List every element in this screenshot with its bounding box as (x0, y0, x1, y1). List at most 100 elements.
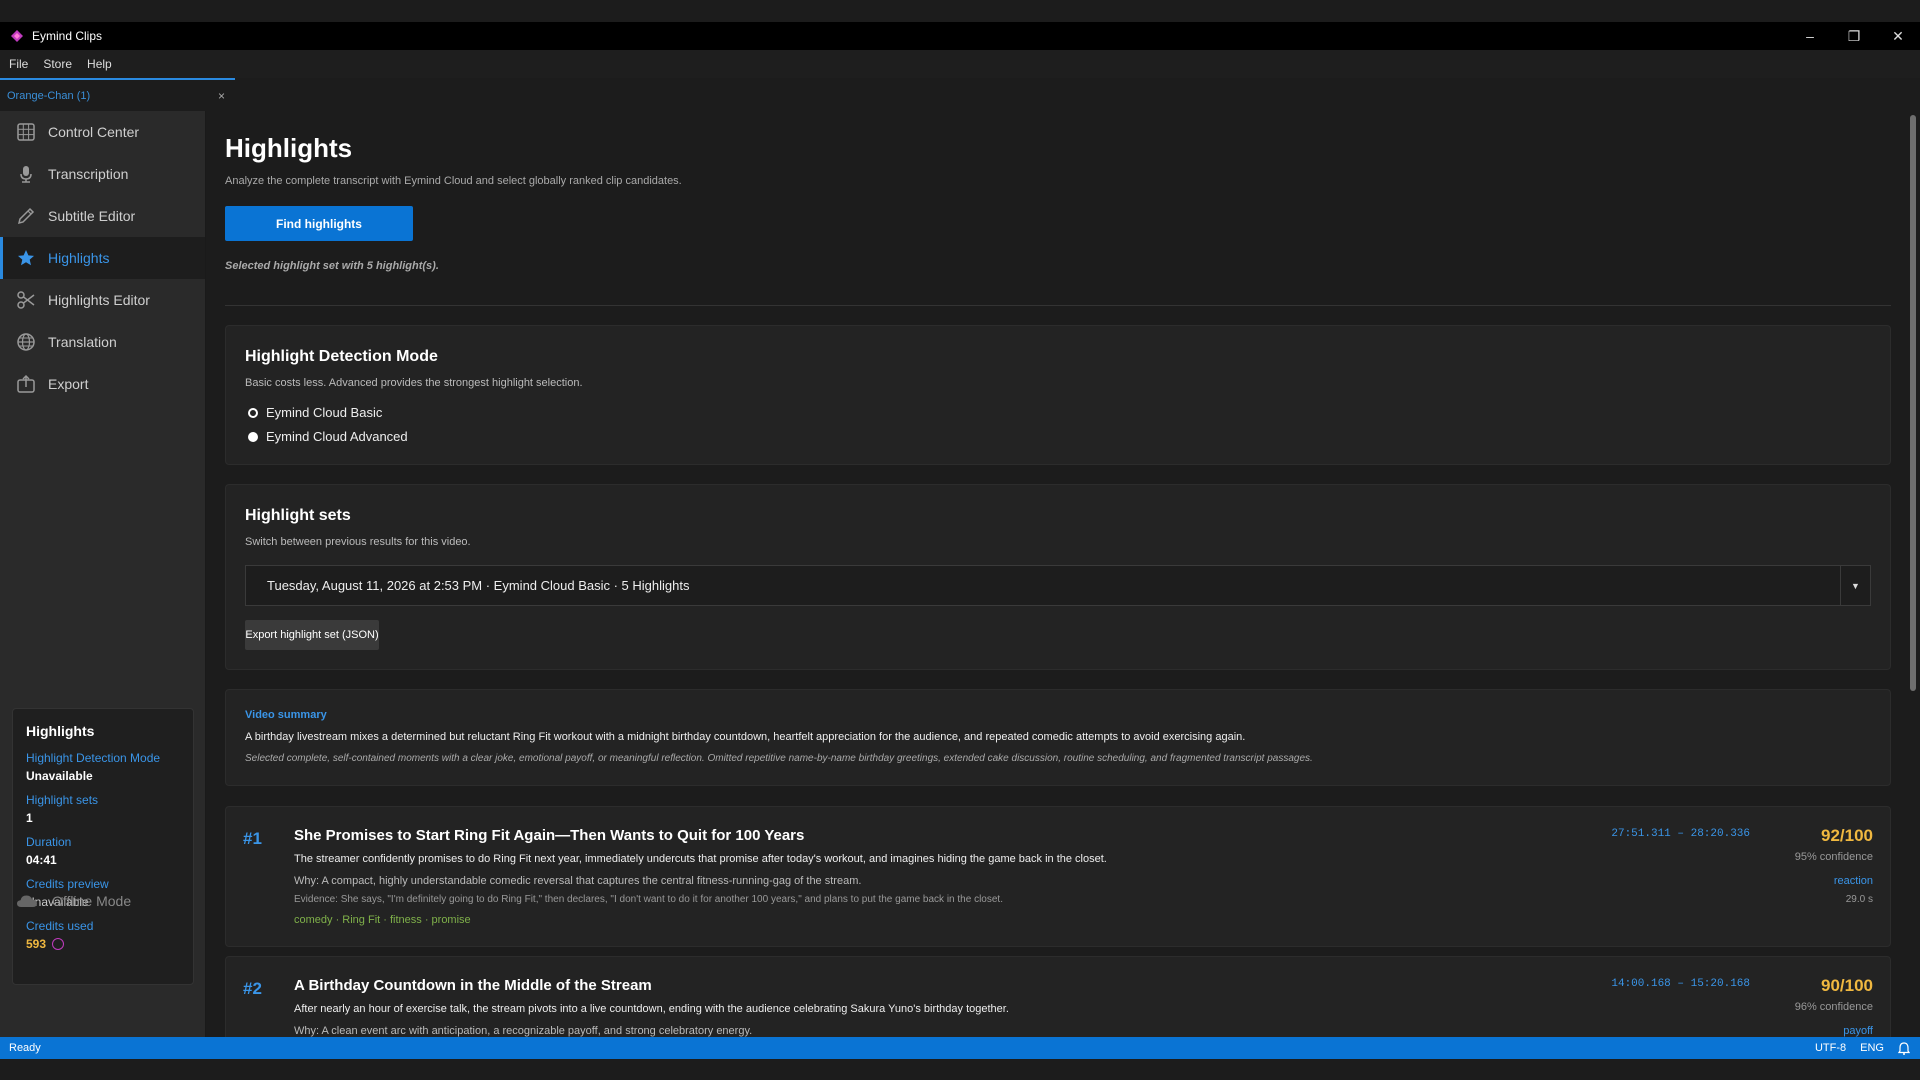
video-summary-label: Video summary (245, 709, 327, 721)
info-label-detection-mode: Highlight Detection Mode (26, 751, 161, 765)
highlight-score: 92/100 (1821, 826, 1873, 845)
page-title: Highlights (225, 133, 353, 163)
detection-mode-description: Basic costs less. Advanced provides the … (245, 377, 583, 389)
minimize-icon[interactable]: – (1788, 22, 1832, 50)
highlight-score: 90/100 (1821, 976, 1873, 995)
sidebar-item-highlights[interactable]: Highlights (0, 237, 205, 279)
highlights-info-card: Highlights Highlight Detection Mode Unav… (12, 708, 194, 985)
info-card-title: Highlights (26, 723, 95, 739)
info-value-detection-mode: Unavailable (26, 769, 93, 783)
app-logo-icon (11, 30, 23, 42)
menu-help[interactable]: Help (82, 57, 122, 71)
export-icon (16, 374, 36, 394)
find-highlights-button[interactable]: Find highlights (225, 206, 413, 241)
highlight-rank: #2 (243, 979, 262, 998)
top-strip (0, 0, 1920, 22)
highlight-card-2[interactable]: #2 A Birthday Countdown in the Middle of… (225, 956, 1891, 1037)
video-summary-note: Selected complete, self-contained moment… (245, 753, 1313, 764)
radio-label-basic: Eymind Cloud Basic (266, 405, 383, 420)
document-tab-label: Orange-Chan (1) (7, 89, 91, 102)
highlight-evidence: Evidence: She says, "I'm definitely goin… (294, 894, 1003, 905)
cloud-icon (17, 895, 37, 907)
grid-icon (16, 122, 36, 142)
status-right-group: UTF-8 ENG (1815, 1037, 1910, 1059)
highlight-set-select[interactable]: Tuesday, August 11, 2026 at 2:53 PM · Ey… (245, 565, 1871, 606)
video-summary-card: Video summary A birthday livestream mixe… (225, 689, 1891, 786)
highlight-why: Why: A compact, highly understandable co… (294, 875, 862, 887)
sidebar-item-label: Translation (48, 334, 117, 350)
highlight-confidence: 95% confidence (1794, 851, 1873, 863)
sidebar-item-export[interactable]: Export (0, 363, 205, 405)
main-content: Highlights Analyze the complete transcri… (207, 111, 1907, 1037)
close-window-icon[interactable]: ✕ (1876, 22, 1920, 50)
page-description: Analyze the complete transcript with Eym… (225, 175, 682, 187)
scrollbar-thumb[interactable] (1910, 115, 1916, 691)
sidebar-item-label: Export (48, 376, 89, 392)
detection-mode-card: Highlight Detection Mode Basic costs les… (225, 325, 1891, 465)
document-tab-bar: Orange-Chan (1) × (0, 78, 1920, 111)
title-bar: Eymind Clips – ❐ ✕ (0, 22, 1920, 50)
encoding-indicator[interactable]: UTF-8 (1815, 1042, 1846, 1054)
menu-file[interactable]: File (4, 57, 38, 71)
video-summary-text: A birthday livestream mixes a determined… (245, 731, 1246, 743)
pencil-icon (16, 206, 36, 226)
vertical-scrollbar[interactable] (1906, 111, 1920, 1037)
bell-icon[interactable] (1898, 1041, 1910, 1055)
menu-store[interactable]: Store (38, 57, 82, 71)
tab-close-icon[interactable]: × (218, 89, 225, 103)
detection-mode-title: Highlight Detection Mode (245, 348, 438, 365)
sidebar-item-transcription[interactable]: Transcription (0, 153, 205, 195)
restore-icon[interactable]: ❐ (1832, 22, 1876, 50)
sidebar-item-translation[interactable]: Translation (0, 321, 205, 363)
sidebar-item-highlights-editor[interactable]: Highlights Editor (0, 279, 205, 321)
radio-unselected-icon (248, 431, 258, 442)
microphone-icon (16, 164, 36, 184)
divider (225, 305, 1891, 306)
radio-option-basic[interactable]: Eymind Cloud Basic (248, 405, 382, 420)
info-value-duration: 04:41 (26, 853, 57, 867)
chevron-down-icon[interactable]: ▼ (1840, 566, 1870, 605)
highlight-timerange[interactable]: 14:00.168 – 15:20.168 (1611, 978, 1750, 990)
sidebar: Control Center Transcription Subtitle Ed… (0, 111, 206, 1037)
app-title: Eymind Clips (32, 29, 103, 43)
highlight-why: Why: A clean event arc with anticipation… (294, 1025, 753, 1037)
info-value-credits-used: 593 (26, 937, 47, 951)
radio-option-advanced[interactable]: Eymind Cloud Advanced (248, 429, 408, 444)
sidebar-item-label: Highlights (48, 250, 110, 266)
star-icon (16, 248, 36, 268)
sidebar-item-label: Transcription (48, 166, 129, 182)
highlight-confidence: 96% confidence (1794, 1001, 1873, 1013)
menu-bar: File Store Help (0, 50, 1920, 78)
sidebar-item-label: Control Center (48, 124, 140, 140)
highlight-timerange[interactable]: 27:51.311 – 28:20.336 (1611, 828, 1750, 840)
globe-icon (16, 332, 36, 352)
radio-label-advanced: Eymind Cloud Advanced (266, 429, 408, 444)
export-json-button[interactable]: Export highlight set (JSON) (245, 620, 379, 650)
status-bar: Ready UTF-8 ENG (0, 1037, 1920, 1059)
window-controls: – ❐ ✕ (1788, 22, 1920, 50)
highlight-sets-card: Highlight sets Switch between previous r… (225, 484, 1891, 670)
sidebar-item-subtitle-editor[interactable]: Subtitle Editor (0, 195, 205, 237)
highlight-title: She Promises to Start Ring Fit Again—The… (294, 827, 805, 844)
sidebar-item-control-center[interactable]: Control Center (0, 111, 205, 153)
info-value-highlight-sets: 1 (26, 811, 33, 825)
offline-mode-toggle[interactable]: Offline Mode (16, 880, 131, 922)
bottom-strip (0, 1059, 1920, 1080)
language-indicator[interactable]: ENG (1860, 1042, 1884, 1054)
highlight-sets-title: Highlight sets (245, 507, 351, 524)
sidebar-item-label: Subtitle Editor (48, 208, 136, 224)
offline-mode-label: Offline Mode (52, 893, 132, 909)
scissors-icon (16, 290, 36, 310)
status-text: Ready (9, 1042, 41, 1054)
radio-selected-icon (248, 407, 258, 418)
info-label-duration: Duration (26, 835, 72, 849)
highlight-set-selected-value: Tuesday, August 11, 2026 at 2:53 PM · Ey… (267, 578, 690, 593)
credit-coin-icon (52, 938, 65, 950)
sidebar-item-label: Highlights Editor (48, 292, 150, 308)
highlight-card-1[interactable]: #1 She Promises to Start Ring Fit Again—… (225, 806, 1891, 947)
highlight-tags: comedy · Ring Fit · fitness · promise (294, 914, 471, 926)
highlight-type: payoff (1843, 1025, 1873, 1037)
document-tab[interactable]: Orange-Chan (1) × (0, 78, 235, 111)
highlight-title: A Birthday Countdown in the Middle of th… (294, 977, 652, 994)
highlight-rank: #1 (243, 829, 262, 848)
